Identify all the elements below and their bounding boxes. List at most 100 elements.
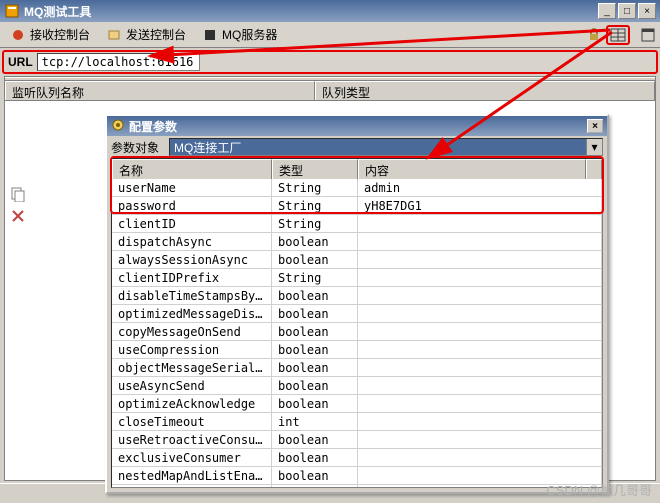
property-name: alwaysSyncSend (112, 485, 272, 487)
property-type: boolean (272, 287, 358, 304)
property-row[interactable]: disableTimeStampsByDefaultboolean (112, 287, 602, 305)
app-icon (4, 3, 20, 19)
listener-table-header: 监听队列名称 队列类型 (5, 81, 655, 101)
window-icon[interactable] (640, 27, 656, 43)
dialog-close-button[interactable]: × (587, 119, 603, 133)
dialog-title: 配置参数 (129, 118, 177, 135)
property-row[interactable]: alwaysSyncSendboolean (112, 485, 602, 487)
property-name: optimizedMessageDispatch (112, 305, 272, 322)
col-name[interactable]: 名称 (112, 159, 272, 179)
property-type: int (272, 413, 358, 430)
property-row[interactable]: clientIDPrefixString (112, 269, 602, 287)
server-label: MQ服务器 (222, 26, 277, 43)
property-value[interactable] (358, 305, 602, 322)
receive-console-button[interactable]: 接收控制台 (4, 25, 96, 45)
close-button[interactable]: × (638, 3, 656, 19)
col-queue-type[interactable]: 队列类型 (315, 81, 655, 100)
property-row[interactable]: exclusiveConsumerboolean (112, 449, 602, 467)
minimize-button[interactable]: _ (598, 3, 616, 19)
properties-header: 名称 类型 内容 (112, 159, 602, 179)
property-name: useRetroactiveConsumer (112, 431, 272, 448)
property-value[interactable] (358, 323, 602, 340)
property-value[interactable] (358, 215, 602, 232)
property-row[interactable]: nestedMapAndListEnabledboolean (112, 467, 602, 485)
lock-icon[interactable] (586, 27, 602, 43)
property-row[interactable]: optimizedMessageDispatchboolean (112, 305, 602, 323)
url-input[interactable] (37, 53, 200, 71)
col-queue-name[interactable]: 监听队列名称 (5, 81, 315, 100)
main-toolbar: 接收控制台 发送控制台 MQ服务器 (0, 22, 660, 48)
property-row[interactable]: optimizeAcknowledgeboolean (112, 395, 602, 413)
col-type[interactable]: 类型 (272, 159, 358, 179)
mq-server-button[interactable]: MQ服务器 (196, 25, 283, 45)
property-value[interactable] (358, 431, 602, 448)
property-type: String (272, 197, 358, 214)
property-row[interactable]: alwaysSessionAsyncboolean (112, 251, 602, 269)
copy-icon[interactable] (10, 186, 26, 202)
server-icon (202, 27, 218, 43)
property-value[interactable] (358, 359, 602, 376)
property-type: boolean (272, 233, 358, 250)
property-value[interactable] (358, 269, 602, 286)
delete-icon[interactable] (10, 208, 26, 224)
property-value[interactable] (358, 287, 602, 304)
property-row[interactable]: copyMessageOnSendboolean (112, 323, 602, 341)
property-value[interactable]: admin (358, 179, 602, 196)
property-name: disableTimeStampsByDefault (112, 287, 272, 304)
window-title: MQ测试工具 (24, 3, 598, 20)
property-name: objectMessageSerializationDef... (112, 359, 272, 376)
property-value[interactable] (358, 377, 602, 394)
maximize-button[interactable]: □ (618, 3, 636, 19)
param-object-label: 参数对象 (111, 139, 165, 156)
property-type: String (272, 269, 358, 286)
gear-icon (111, 118, 125, 135)
property-type: boolean (272, 323, 358, 340)
property-row[interactable]: useRetroactiveConsumerboolean (112, 431, 602, 449)
dialog-titlebar[interactable]: 配置参数 × (107, 116, 607, 136)
property-type: boolean (272, 449, 358, 466)
watermark: CSDN @柚几哥哥 (546, 480, 652, 499)
property-name: alwaysSessionAsync (112, 251, 272, 268)
property-type: boolean (272, 467, 358, 484)
property-value[interactable] (358, 449, 602, 466)
property-name: nestedMapAndListEnabled (112, 467, 272, 484)
property-name: dispatchAsync (112, 233, 272, 250)
property-value[interactable] (358, 395, 602, 412)
property-row[interactable]: userNameStringadmin (112, 179, 602, 197)
send-console-button[interactable]: 发送控制台 (100, 25, 192, 45)
property-value[interactable] (358, 413, 602, 430)
url-label: URL (8, 55, 33, 69)
property-value[interactable] (358, 251, 602, 268)
scroll-gutter (586, 159, 602, 179)
property-type: String (272, 215, 358, 232)
property-row[interactable]: passwordStringyH8E7DG1 (112, 197, 602, 215)
property-type: boolean (272, 341, 358, 358)
param-object-row: 参数对象 MQ连接工厂 ▾ (107, 136, 607, 158)
property-name: clientIDPrefix (112, 269, 272, 286)
property-value[interactable] (358, 341, 602, 358)
property-name: password (112, 197, 272, 214)
property-value[interactable]: yH8E7DG1 (358, 197, 602, 214)
properties-body[interactable]: userNameStringadminpasswordStringyH8E7DG… (112, 179, 602, 487)
property-type: String (272, 179, 358, 196)
property-row[interactable]: useAsyncSendboolean (112, 377, 602, 395)
property-row[interactable]: clientIDString (112, 215, 602, 233)
property-row[interactable]: objectMessageSerializationDef...boolean (112, 359, 602, 377)
property-value[interactable] (358, 233, 602, 250)
property-row[interactable]: useCompressionboolean (112, 341, 602, 359)
property-type: boolean (272, 431, 358, 448)
property-name: closeTimeout (112, 413, 272, 430)
param-object-select[interactable]: MQ连接工厂 ▾ (169, 138, 603, 156)
receive-label: 接收控制台 (30, 26, 90, 43)
config-dialog: 配置参数 × 参数对象 MQ连接工厂 ▾ 名称 类型 内容 userNameSt… (105, 114, 609, 494)
properties-grid-button[interactable] (606, 25, 630, 45)
property-type: boolean (272, 359, 358, 376)
property-type: boolean (272, 377, 358, 394)
property-row[interactable]: closeTimeoutint (112, 413, 602, 431)
property-name: optimizeAcknowledge (112, 395, 272, 412)
param-object-value: MQ连接工厂 (174, 139, 241, 156)
col-value[interactable]: 内容 (358, 159, 586, 179)
send-icon (106, 27, 122, 43)
property-row[interactable]: dispatchAsyncboolean (112, 233, 602, 251)
property-type: boolean (272, 395, 358, 412)
